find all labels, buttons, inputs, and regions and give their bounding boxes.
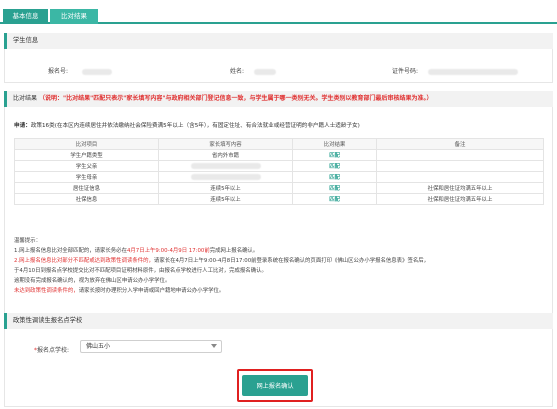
- tips-line-1: 1.网上报名信息比对全部匹配的，请家长务必在4月7日上午9:00-4月9日 17…: [14, 246, 544, 256]
- name-label: 姓名:: [230, 68, 245, 75]
- tips-line-5-red: 未达到政策性调读条件的，: [14, 288, 79, 294]
- compare-result-header: 比对结果 （说明："比对结果"匹配只表示"家长填写内容"与政府相关部门登记信息一…: [4, 91, 553, 107]
- reg-no-value-redacted: [81, 68, 112, 75]
- col-header-content: 家长填写内容: [158, 138, 293, 150]
- row-item: 学生母亲: [14, 171, 159, 183]
- table-row: 社保信息 连续5年以上 匹配 社保和居住证均满五年以上: [14, 193, 544, 205]
- tips-title: 温馨提示：: [14, 238, 41, 244]
- row-item: 社保信息: [14, 193, 159, 205]
- reg-no-label: 报名号:: [48, 68, 69, 75]
- row-note: 社保和居住证均满五年以上: [376, 182, 544, 194]
- row-result: 匹配: [292, 182, 377, 194]
- tips-line-5-b: 请家长按时办理积分入学申请或回户籍地申请公办小学学位。: [78, 288, 225, 294]
- row-note: [376, 149, 544, 161]
- school-section-header: 政策性调读生报名点学校: [4, 313, 553, 329]
- id-field: 证件号码:: [392, 66, 518, 75]
- compare-table: 比对项目 家长填写内容 比对结果 备注 学生户籍类型 省内外市籍 匹配 学生父亲…: [14, 138, 544, 205]
- reminder-tips: 温馨提示： 1.网上报名信息比对全部匹配的，请家长务必在4月7日上午9:00-4…: [14, 236, 544, 296]
- table-row: 居住证信息 连续5年以上 匹配 社保和居住证均满五年以上: [14, 182, 544, 194]
- apply-label: 申请：: [14, 123, 31, 129]
- tips-line-2-red: 2.网上报名信息比对部分不匹配或达到政策性调读条件的，: [14, 258, 154, 264]
- row-note: 社保和居住证均满五年以上: [376, 193, 544, 205]
- row-content: 连续5年以上: [158, 193, 293, 205]
- school-field-label: *报名点学校:: [34, 345, 69, 354]
- online-registration-confirm-button[interactable]: 网上报名确认: [242, 375, 308, 396]
- reg-no-field: 报名号:: [48, 66, 112, 75]
- row-content-redacted: [158, 171, 293, 183]
- row-result: 匹配: [292, 171, 377, 183]
- chevron-down-icon: [211, 344, 217, 348]
- col-header-note: 备注: [376, 138, 544, 150]
- row-note: [376, 160, 544, 172]
- row-note: [376, 171, 544, 183]
- row-content: 连续5年以上: [158, 182, 293, 194]
- apply-text: 政策16类(在本区内连续居住并依法缴纳社会保险费满5年以上（含5年），有固定住址…: [30, 123, 360, 129]
- tips-line-2-b: 请家长在4月7日上午9:00-4月8日17:00前登录系统在报名确认的页面打印《…: [153, 258, 430, 264]
- row-result: 匹配: [292, 193, 377, 205]
- student-info-header: 学生信息: [4, 33, 553, 49]
- col-header-result: 比对结果: [292, 138, 377, 150]
- tips-line-4: 逾期没有完成报名确认的，视为放弃在佛山区申请公办小学学位。: [14, 278, 171, 284]
- table-row: 学生父亲 匹配: [14, 160, 544, 172]
- tips-line-1-b: 完成网上报名确认。: [209, 248, 259, 254]
- id-value-redacted: [427, 68, 518, 75]
- row-content-redacted: [158, 160, 293, 172]
- row-content: 省内外市籍: [158, 149, 293, 161]
- row-item: 学生父亲: [14, 160, 159, 172]
- tab-basic-info[interactable]: 基本信息: [3, 9, 48, 24]
- tab-compare-result[interactable]: 比对结果: [50, 9, 98, 24]
- student-info-title: 学生信息: [13, 37, 39, 44]
- tips-line-3: 于4月10日到报名点学校提交比对不匹配项目证明材料原件，由报名点学校进行人工比对…: [14, 268, 267, 274]
- top-tab-bar: 基本信息 比对结果: [0, 0, 557, 24]
- school-label: 报名点学校:: [37, 347, 70, 354]
- tips-line-1-a: 1.网上报名信息比对全部匹配的，请家长务必在: [14, 248, 127, 254]
- row-result: 匹配: [292, 160, 377, 172]
- tips-line-2: 2.网上报名信息比对部分不匹配或达到政策性调读条件的，请家长在4月7日上午9:0…: [14, 256, 544, 266]
- tips-line-5: 未达到政策性调读条件的，请家长按时办理积分入学申请或回户籍地申请公办小学学位。: [14, 286, 544, 296]
- col-header-item: 比对项目: [14, 138, 159, 150]
- school-select[interactable]: 佛山五小: [80, 340, 222, 353]
- school-section-title: 政策性调读生报名点学校: [13, 317, 83, 324]
- compare-result-note: （说明："比对结果"匹配只表示"家长填写内容"与政府相关部门登记信息一致，与学生…: [38, 95, 433, 102]
- compare-result-title: 比对结果: [13, 95, 38, 102]
- table-row: 学生母亲 匹配: [14, 171, 544, 183]
- id-label: 证件号码:: [392, 68, 419, 75]
- name-value-redacted: [253, 68, 276, 75]
- row-item: 居住证信息: [14, 182, 159, 194]
- table-header-row: 比对项目 家长填写内容 比对结果 备注: [14, 138, 544, 150]
- confirm-button-highlight: 网上报名确认: [237, 369, 313, 402]
- row-item: 学生户籍类型: [14, 149, 159, 161]
- tips-line-1-deadline: 4月7日上午9:00-4月9日 17:00前: [126, 248, 210, 254]
- school-select-value: 佛山五小: [86, 343, 111, 350]
- name-field: 姓名:: [230, 66, 276, 75]
- apply-category-line: 申请：政策16类(在本区内连续居住并依法缴纳社会保险费满5年以上（含5年），有固…: [14, 121, 360, 129]
- table-row: 学生户籍类型 省内外市籍 匹配: [14, 149, 544, 161]
- row-result: 匹配: [292, 149, 377, 161]
